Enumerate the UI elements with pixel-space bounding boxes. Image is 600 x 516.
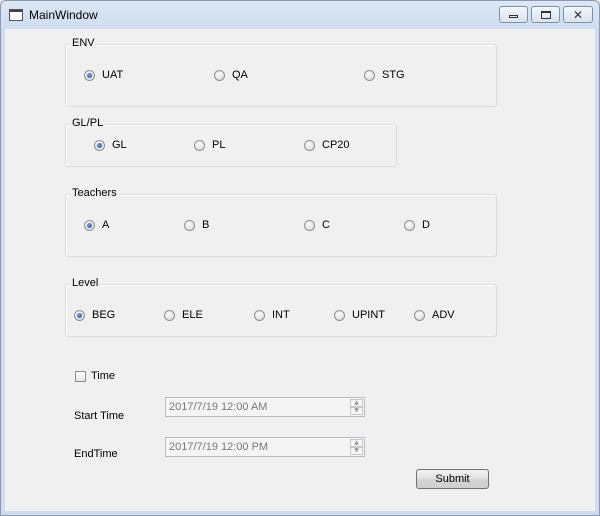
minimize-button[interactable] [499,6,528,23]
radio-env-uat[interactable]: UAT [84,69,123,81]
end-time-edit[interactable]: 2017/7/19 12:00 PM ▲ ▼ [165,437,365,457]
radio-teacher-b[interactable]: B [184,219,209,231]
radio-teacher-c[interactable]: C [304,219,330,231]
radio-indicator [74,309,85,321]
radio-indicator [304,139,315,151]
radio-indicator [84,219,95,231]
radio-level-upint[interactable]: UPINT [334,309,385,321]
radio-level-adv[interactable]: ADV [414,309,455,321]
radio-indicator [404,219,415,231]
time-checkbox-label: Time [91,370,116,382]
radio-label: QA [232,69,248,81]
radio-indicator [364,69,375,81]
submit-button-label: Submit [435,473,470,485]
env-group-label: ENV [70,36,97,50]
close-icon: ✕ [572,7,584,22]
minimize-icon [509,15,518,18]
end-time-value: 2017/7/19 12:00 PM [169,441,269,453]
window-title: MainWindow [29,8,98,22]
radio-label: UAT [102,69,124,81]
window-icon [9,9,23,21]
start-time-label: Start Time [74,410,125,422]
glpl-group-label: GL/PL [70,116,106,130]
radio-label: INT [272,309,290,321]
radio-indicator [184,219,195,231]
radio-indicator [84,69,95,81]
maximize-button[interactable] [531,6,560,23]
radio-env-qa[interactable]: QA [214,69,248,81]
end-time-spinner[interactable]: ▲ ▼ [350,439,363,455]
maximize-icon [540,10,551,19]
env-group: ENV UAT QA STG [65,36,497,107]
radio-indicator [194,139,205,151]
spin-up-icon[interactable]: ▲ [350,439,363,447]
level-group-label: Level [70,276,101,290]
radio-label: A [102,219,110,231]
radio-label: BEG [92,309,116,321]
glpl-group: GL/PL GL PL CP20 [65,116,397,167]
radio-label: C [322,219,330,231]
checkbox-indicator [75,370,86,382]
radio-label: D [422,219,430,231]
radio-teacher-d[interactable]: D [404,219,430,231]
radio-label: ADV [432,309,455,321]
client-area: ENV UAT QA STG GL/PL GL PL CP20 Teachers… [5,29,595,511]
radio-level-ele[interactable]: ELE [164,309,203,321]
radio-label: CP20 [322,139,350,151]
submit-button[interactable]: Submit [416,469,489,489]
teachers-group: Teachers A B C D [65,186,497,257]
end-time-label: EndTime [74,448,118,460]
radio-label: GL [112,139,127,151]
radio-label: UPINT [352,309,385,321]
radio-glpl-pl[interactable]: PL [194,139,225,151]
start-time-edit[interactable]: 2017/7/19 12:00 AM ▲ ▼ [165,397,365,417]
radio-indicator [254,309,265,321]
radio-label: ELE [182,309,203,321]
radio-glpl-cp20[interactable]: CP20 [304,139,350,151]
spin-down-icon[interactable]: ▼ [350,447,363,455]
radio-indicator [164,309,175,321]
radio-indicator [414,309,425,321]
spin-down-icon[interactable]: ▼ [350,407,363,415]
teachers-group-label: Teachers [70,186,119,200]
radio-indicator [304,219,315,231]
start-time-spinner[interactable]: ▲ ▼ [350,399,363,415]
radio-teacher-a[interactable]: A [84,219,109,231]
main-window: MainWindow ✕ ENV UAT QA STG GL/PL GL PL … [0,0,600,516]
radio-env-stg[interactable]: STG [364,69,405,81]
radio-label: B [202,219,210,231]
radio-indicator [334,309,345,321]
spin-up-icon[interactable]: ▲ [350,399,363,407]
title-bar: MainWindow ✕ [1,1,599,29]
radio-indicator [94,139,105,151]
radio-label: PL [212,139,226,151]
radio-label: STG [382,69,405,81]
time-checkbox[interactable]: Time [75,370,115,382]
radio-indicator [214,69,225,81]
radio-level-beg[interactable]: BEG [74,309,115,321]
radio-glpl-gl[interactable]: GL [94,139,127,151]
level-group: Level BEG ELE INT UPINT ADV [65,276,497,337]
close-button[interactable]: ✕ [563,6,593,23]
radio-level-int[interactable]: INT [254,309,290,321]
start-time-value: 2017/7/19 12:00 AM [169,401,268,413]
